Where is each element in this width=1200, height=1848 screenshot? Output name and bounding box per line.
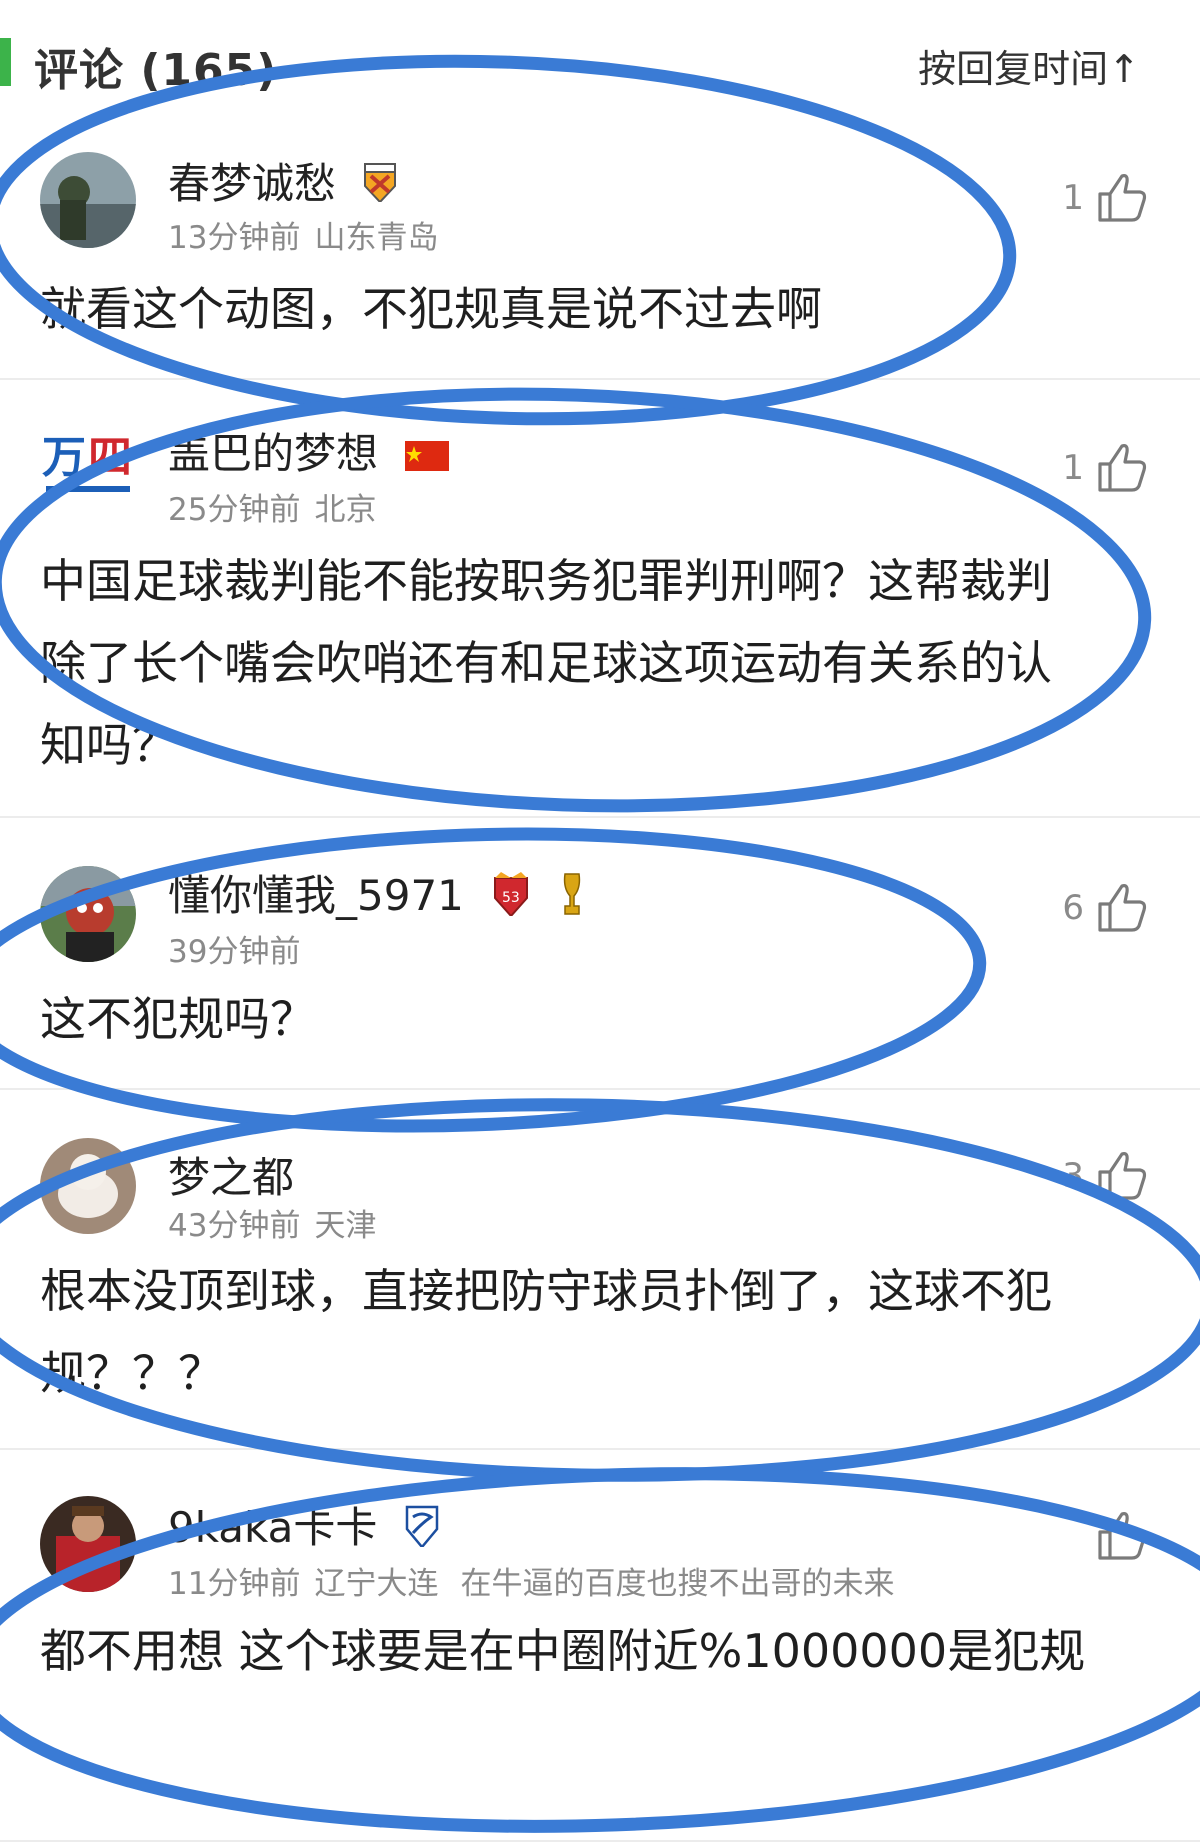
svg-text:四: 四 [88, 432, 132, 483]
thumbs-up-icon [1098, 1512, 1147, 1560]
comment-item: 9kaka卡卡 11分钟前 辽宁大连 在牛逼的百度也搜不出哥的未来 都不用想 这个球… [0, 1450, 1200, 1842]
svg-text:万: 万 [42, 432, 86, 483]
user-signature: 在牛逼的百度也搜不出哥的未来 [460, 1566, 895, 1602]
comment-text: 都不用想 这个球要是在中圈附近%1000000是犯规 [40, 1624, 1086, 1678]
comment-time: 13分钟前 [168, 220, 301, 256]
like-button[interactable]: 3 [1062, 1148, 1150, 1204]
comment-item: 懂你懂我_5971 53 39分钟前 6 这不犯规吗？ [0, 818, 1200, 1090]
comment-text: 这不犯规吗？ [40, 992, 316, 1046]
username[interactable]: 春梦诚愁 [168, 159, 336, 208]
trophy-icon [559, 872, 585, 926]
thumbs-up-icon [1098, 174, 1147, 222]
comment-time: 25分钟前 [168, 492, 301, 528]
team-badge-icon: 53 [491, 871, 531, 926]
like-count: 3 [1062, 1156, 1084, 1196]
comment-location: 山东青岛 [314, 220, 439, 256]
username[interactable]: 9kaka卡卡 [168, 1503, 377, 1552]
flag-icon [405, 432, 450, 481]
accent-bar [0, 38, 11, 86]
comment-location: 北京 [314, 492, 377, 528]
like-button[interactable]: 1 [1062, 170, 1150, 226]
comment-item: 梦之都 43分钟前 天津 3 根本没顶到球，直接把防守球员扑倒了，这球不犯规？？？ [0, 1090, 1200, 1450]
like-button[interactable]: 1 [1062, 440, 1150, 496]
avatar[interactable] [40, 1496, 136, 1592]
like-count: 6 [1062, 888, 1084, 928]
comment-text: 就看这个动图，不犯规真是说不过去啊 [40, 282, 822, 336]
avatar[interactable] [40, 866, 136, 962]
svg-text:53: 53 [502, 890, 520, 906]
comment-location: 天津 [314, 1208, 377, 1244]
sort-by-reply-time-button[interactable]: 按回复时间↑ [918, 38, 1140, 93]
thumbs-up-icon [1098, 1152, 1147, 1200]
thumbs-up-icon [1098, 444, 1147, 492]
avatar[interactable] [40, 1138, 136, 1234]
comment-item: 春梦诚愁 13分钟前 山东青岛 1 就看这个动图，不犯规真是说不过去啊 [0, 120, 1200, 380]
username[interactable]: 懂你懂我_5971 [168, 871, 464, 920]
username[interactable]: 盖巴的梦想 [168, 429, 378, 478]
like-count: 1 [1062, 178, 1084, 218]
comment-time: 11分钟前 [168, 1566, 301, 1602]
comment-time: 43分钟前 [168, 1208, 301, 1244]
like-button[interactable] [1084, 1508, 1150, 1564]
team-badge-icon [405, 1505, 439, 1557]
like-button[interactable]: 6 [1062, 880, 1150, 936]
comment-time: 39分钟前 [168, 934, 301, 970]
comments-title: 评论 (165) [34, 45, 278, 96]
comment-item: 万四 盖巴的梦想 25分钟前 北京 1 中国足球裁判能不能按职务犯罪判刑啊？这帮裁… [0, 380, 1200, 818]
comments-header: 评论 (165) 按回复时间↑ [0, 0, 1200, 120]
comment-text: 中国足球裁判能不能按职务犯罪判刑啊？这帮裁判除了长个嘴会吹哨还有和足球这项运动有… [40, 554, 1052, 772]
team-badge-icon [363, 162, 397, 212]
like-count: 1 [1062, 448, 1084, 488]
avatar[interactable] [40, 152, 136, 248]
comment-text: 根本没顶到球，直接把防守球员扑倒了，这球不犯规？？？ [40, 1264, 1052, 1400]
username[interactable]: 梦之都 [168, 1153, 294, 1202]
comment-location: 辽宁大连 [314, 1566, 439, 1602]
thumbs-up-icon [1098, 884, 1147, 932]
avatar[interactable]: 万四 [40, 420, 136, 516]
